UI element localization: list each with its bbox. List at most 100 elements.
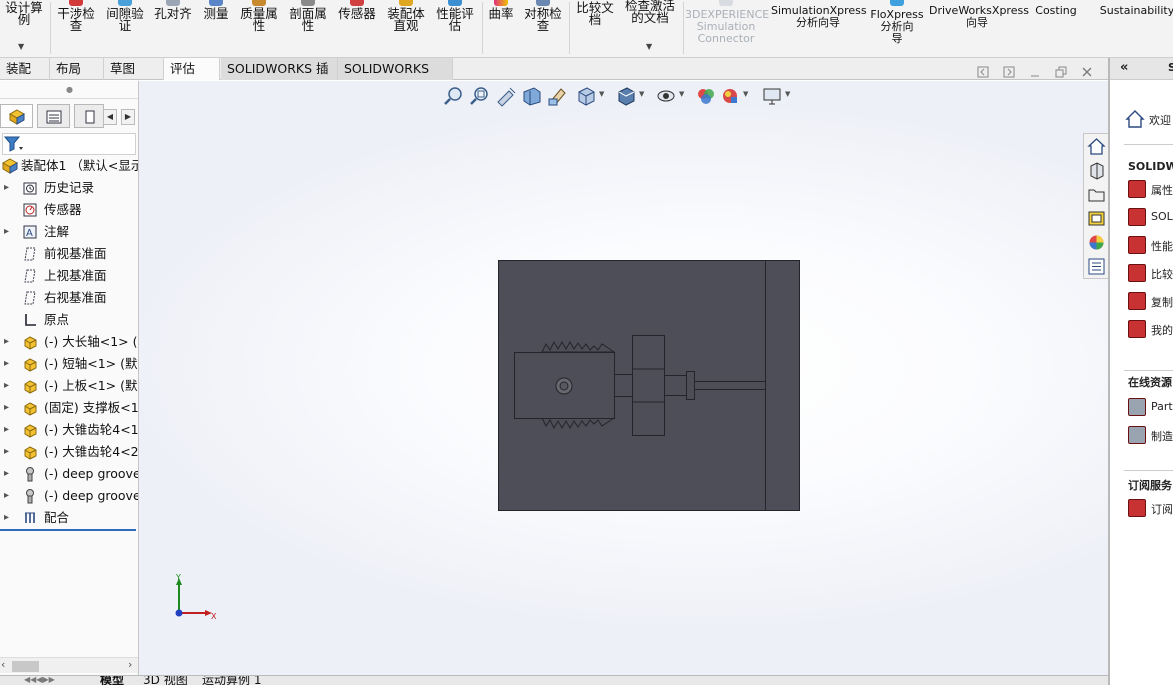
appearances-icon[interactable] <box>1087 233 1106 252</box>
clearance-verification-button[interactable]: 间隙验 证 <box>102 0 148 57</box>
home-icon[interactable] <box>1087 137 1106 156</box>
tree-item[interactable]: 传感器 <box>0 199 138 221</box>
tree-horizontal-scrollbar[interactable]: ‹ › <box>0 657 138 673</box>
assemblyxpert-button[interactable]: 装配体 直观 <box>383 0 429 57</box>
tree-item[interactable]: ▸ (固定) 支撑板<1> <box>0 397 138 419</box>
top-plate-body[interactable] <box>765 260 800 511</box>
driveworksxpress-button[interactable]: DriveWorksXpress 向导 <box>929 0 1029 57</box>
collapse-pane-icon[interactable]: « <box>1120 60 1128 75</box>
tab-solidworks-mbd[interactable]: SOLIDWORKS MBD <box>338 58 453 97</box>
measure-button[interactable]: 测量 <box>198 0 234 57</box>
tree-item[interactable]: ▸ (-) 短轴<1> (默认 <box>0 353 138 375</box>
interference-check-button[interactable]: 干涉检 查 <box>52 0 100 57</box>
tree-item[interactable]: ▸ (-) 上板<1> (默认 <box>0 375 138 397</box>
featuremanager-tab[interactable] <box>0 104 33 128</box>
view-settings-icon[interactable] <box>761 85 783 107</box>
tab-evaluate[interactable]: 评估 <box>164 58 220 80</box>
scroll-left-icon[interactable]: ‹ <box>1 658 5 671</box>
scrollbar-thumb[interactable] <box>12 661 39 672</box>
expand-arrow-icon[interactable]: ▸ <box>4 353 9 375</box>
task-pane-link[interactable]: 制造 <box>1151 428 1173 444</box>
expand-arrow-icon[interactable]: ▸ <box>4 397 9 419</box>
section-properties-button[interactable]: 剖面属 性 <box>285 0 331 57</box>
display-style-icon[interactable] <box>615 85 637 107</box>
task-pane-link[interactable]: 属性 <box>1151 182 1173 198</box>
tree-item[interactable]: ▸ (-) 大长轴<1> (默 <box>0 331 138 353</box>
chevron-down-icon[interactable]: ▼ <box>18 42 24 51</box>
3dexperience-simulation-connector-button[interactable]: 3DEXPERIENCE Simulation Connector <box>685 0 769 57</box>
sensor-button[interactable]: 传感器 <box>334 0 380 57</box>
tab-motion-study-1[interactable]: 运动算例 1 <box>202 676 261 685</box>
tab-model[interactable]: 模型 <box>100 676 124 685</box>
panel-grip-icon[interactable]: ● <box>0 81 138 99</box>
tab-sketch[interactable]: 草图 <box>104 58 164 80</box>
coupling[interactable] <box>614 374 633 397</box>
tab-solidworks-addins[interactable]: SOLIDWORKS 插件 <box>221 58 338 97</box>
tree-item[interactable]: 右视基准面 <box>0 287 138 309</box>
bearing-ring[interactable] <box>686 371 695 400</box>
task-pane-link[interactable]: 我的 <box>1151 322 1173 338</box>
chevron-down-icon[interactable]: ▼ <box>599 90 604 98</box>
tree-item[interactable]: ▸ (-) 大锥齿轮4<1> <box>0 419 138 441</box>
performance-evaluation-button[interactable]: 性能评 估 <box>432 0 478 57</box>
custom-properties-icon[interactable] <box>1087 257 1106 276</box>
tree-item[interactable]: ▸ (-) deep groove <box>0 485 138 507</box>
costing-button[interactable]: Costing <box>1030 0 1082 57</box>
expand-arrow-icon[interactable]: ▸ <box>4 441 9 463</box>
view-palette-icon[interactable] <box>1087 209 1106 228</box>
chevron-down-icon[interactable]: ▼ <box>646 42 652 51</box>
chevron-down-icon[interactable]: ▼ <box>743 90 748 98</box>
expand-arrow-icon[interactable]: ▸ <box>4 419 9 441</box>
task-pane-link[interactable]: 复制 <box>1151 294 1173 310</box>
expand-arrow-icon[interactable]: ▸ <box>4 485 9 507</box>
graphics-area[interactable]: ▼ ▼ ▼ ▼ ▼ Y X <box>139 81 1108 675</box>
panel-scroll-right-icon[interactable]: ▶ <box>121 109 135 125</box>
previous-view-icon[interactable] <box>495 85 517 107</box>
floxpress-button[interactable]: FloXpress 分析向 导 <box>868 0 926 57</box>
expand-arrow-icon[interactable]: ▸ <box>4 463 9 485</box>
tree-root-assembly[interactable]: 装配体1 （默认<显示 <box>0 155 138 177</box>
close-icon[interactable] <box>1081 66 1093 78</box>
long-shaft[interactable] <box>694 381 766 390</box>
task-pane-link[interactable]: Partn <box>1151 400 1173 413</box>
task-pane-link[interactable]: SOLI <box>1151 210 1173 223</box>
hide-show-items-icon[interactable] <box>655 85 677 107</box>
symmetry-check-button[interactable]: 对称检 查 <box>520 0 566 57</box>
tab-assembly[interactable]: 装配体 <box>0 58 50 97</box>
tree-item[interactable]: 原点 <box>0 309 138 331</box>
compare-documents-button[interactable]: 比较文 档 <box>571 0 619 57</box>
tree-item[interactable]: ▸ A 注解 <box>0 221 138 243</box>
collapse-left-icon[interactable] <box>977 66 989 78</box>
tab-3d-views[interactable]: 3D 视图 <box>143 676 188 685</box>
tree-item[interactable]: 前视基准面 <box>0 243 138 265</box>
zoom-to-area-icon[interactable] <box>469 85 491 107</box>
expand-arrow-icon[interactable]: ▸ <box>4 177 9 199</box>
dynamic-annotation-icon[interactable] <box>547 85 569 107</box>
curvature-button[interactable]: 曲率 <box>484 0 518 57</box>
minimize-icon[interactable] <box>1029 66 1041 78</box>
tree-item[interactable]: ▸ 历史记录 <box>0 177 138 199</box>
bearing-housing[interactable] <box>632 335 665 436</box>
sustainability-button[interactable]: Sustainability <box>1098 0 1173 57</box>
tree-item[interactable]: ▸ (-) 大锥齿轮4<2> <box>0 441 138 463</box>
tree-item[interactable]: ▸ 配合 <box>0 507 138 529</box>
tab-layout[interactable]: 布局 <box>50 58 104 80</box>
assembly-model[interactable] <box>498 260 800 512</box>
configurationmanager-tab[interactable] <box>74 104 104 128</box>
task-pane-link[interactable]: 订阅 <box>1151 501 1173 517</box>
edit-appearance-icon[interactable] <box>695 85 717 107</box>
scroll-right-icon[interactable]: › <box>128 658 132 671</box>
zoom-to-fit-icon[interactable] <box>443 85 465 107</box>
section-view-icon[interactable] <box>521 85 543 107</box>
panel-scroll-left-icon[interactable]: ◀ <box>103 109 117 125</box>
design-library-icon[interactable] <box>1087 161 1106 180</box>
simulationxpress-button[interactable]: SimulationXpress 分析向导 <box>771 0 867 57</box>
expand-arrow-icon[interactable]: ▸ <box>4 331 9 353</box>
task-pane-link[interactable]: 比较 <box>1151 266 1173 282</box>
tree-item[interactable]: ▸ (-) deep groove <box>0 463 138 485</box>
chevron-down-icon[interactable]: ▼ <box>679 90 684 98</box>
tab-nav-arrows-icon[interactable]: ◀◀◀▶▶ <box>24 676 55 685</box>
expand-arrow-icon[interactable]: ▸ <box>4 507 9 529</box>
welcome-link[interactable]: 欢迎 <box>1149 112 1171 128</box>
mass-properties-button[interactable]: 质量属 性 <box>236 0 282 57</box>
